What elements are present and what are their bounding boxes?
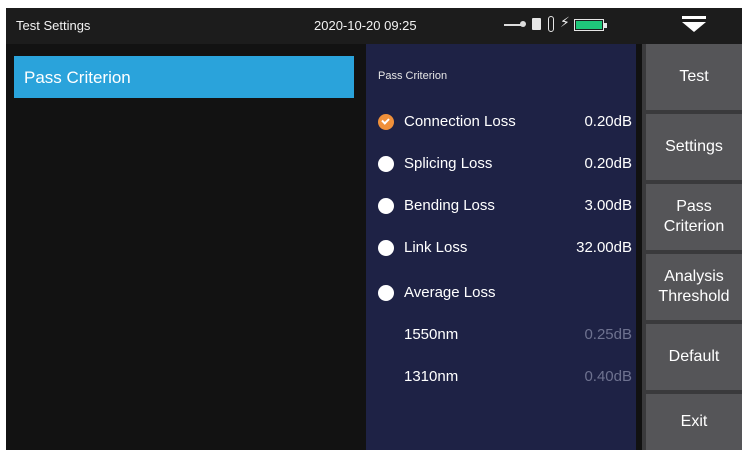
criterion-value[interactable]: 0.20dB (584, 155, 632, 172)
criterion-row-average-loss[interactable]: Average Loss (378, 281, 632, 305)
criterion-value[interactable]: 32.00dB (576, 239, 632, 256)
criterion-label: Link Loss (404, 239, 468, 256)
average-loss-1310nm-row: 1310nm 0.40dB (378, 365, 632, 389)
criterion-label: Average Loss (404, 284, 496, 301)
battery-icon (574, 19, 607, 31)
criterion-label: Bending Loss (404, 197, 495, 214)
criterion-row-splicing-loss[interactable]: Splicing Loss 0.20dB (378, 152, 632, 176)
wavelength-label: 1310nm (404, 368, 459, 385)
criterion-value[interactable]: 0.20dB (584, 113, 632, 130)
exit-button[interactable]: Exit (646, 394, 742, 450)
thermometer-icon (548, 16, 554, 32)
settings-category-list: Pass Criterion (6, 44, 366, 450)
criterion-row-connection-loss[interactable]: Connection Loss 0.20dB (378, 110, 632, 134)
charging-bolt-icon: ⚡ (560, 14, 570, 30)
radio-icon[interactable] (378, 156, 394, 172)
criterion-label: Splicing Loss (404, 155, 493, 172)
pass-criterion-panel: Pass Criterion Connection Loss 0.20dB Sp… (366, 44, 636, 450)
status-icons: ⚡ (504, 14, 644, 36)
radio-icon[interactable] (378, 198, 394, 214)
criterion-label: Connection Loss (404, 113, 516, 130)
datetime: 2020-10-20 09:25 (314, 18, 417, 33)
app-title: Test Settings (16, 18, 91, 33)
wavelength-label: 1550nm (404, 326, 459, 343)
status-bar: Test Settings 2020-10-20 09:25 ⚡ (6, 8, 646, 44)
radio-selected-icon[interactable] (378, 114, 394, 130)
dropdown-menu-button[interactable] (646, 8, 742, 44)
average-loss-1550nm-row: 1550nm 0.25dB (378, 323, 632, 347)
softkey-menu: Test Settings Pass Criterion Analysis Th… (642, 44, 742, 450)
analysis-threshold-button[interactable]: Analysis Threshold (646, 254, 742, 320)
default-button[interactable]: Default (646, 324, 742, 390)
sidebar-item-pass-criterion[interactable]: Pass Criterion (14, 56, 354, 98)
usb-icon (504, 21, 526, 27)
menu-bar-icon (682, 16, 706, 19)
radio-icon[interactable] (378, 285, 394, 301)
device-screen: Test Settings 2020-10-20 09:25 ⚡ Pass Cr… (6, 8, 742, 450)
test-button[interactable]: Test (646, 44, 742, 110)
criterion-value[interactable]: 3.00dB (584, 197, 632, 214)
wavelength-value: 0.40dB (584, 368, 632, 385)
radio-icon[interactable] (378, 240, 394, 256)
criterion-row-link-loss[interactable]: Link Loss 32.00dB (378, 236, 632, 260)
settings-button[interactable]: Settings (646, 114, 742, 180)
panel-title: Pass Criterion (378, 70, 448, 82)
wavelength-value: 0.25dB (584, 326, 632, 343)
sd-card-icon (532, 18, 541, 30)
pass-criterion-button[interactable]: Pass Criterion (646, 184, 742, 250)
criterion-row-bending-loss[interactable]: Bending Loss 3.00dB (378, 194, 632, 218)
chevron-down-icon (682, 22, 706, 32)
